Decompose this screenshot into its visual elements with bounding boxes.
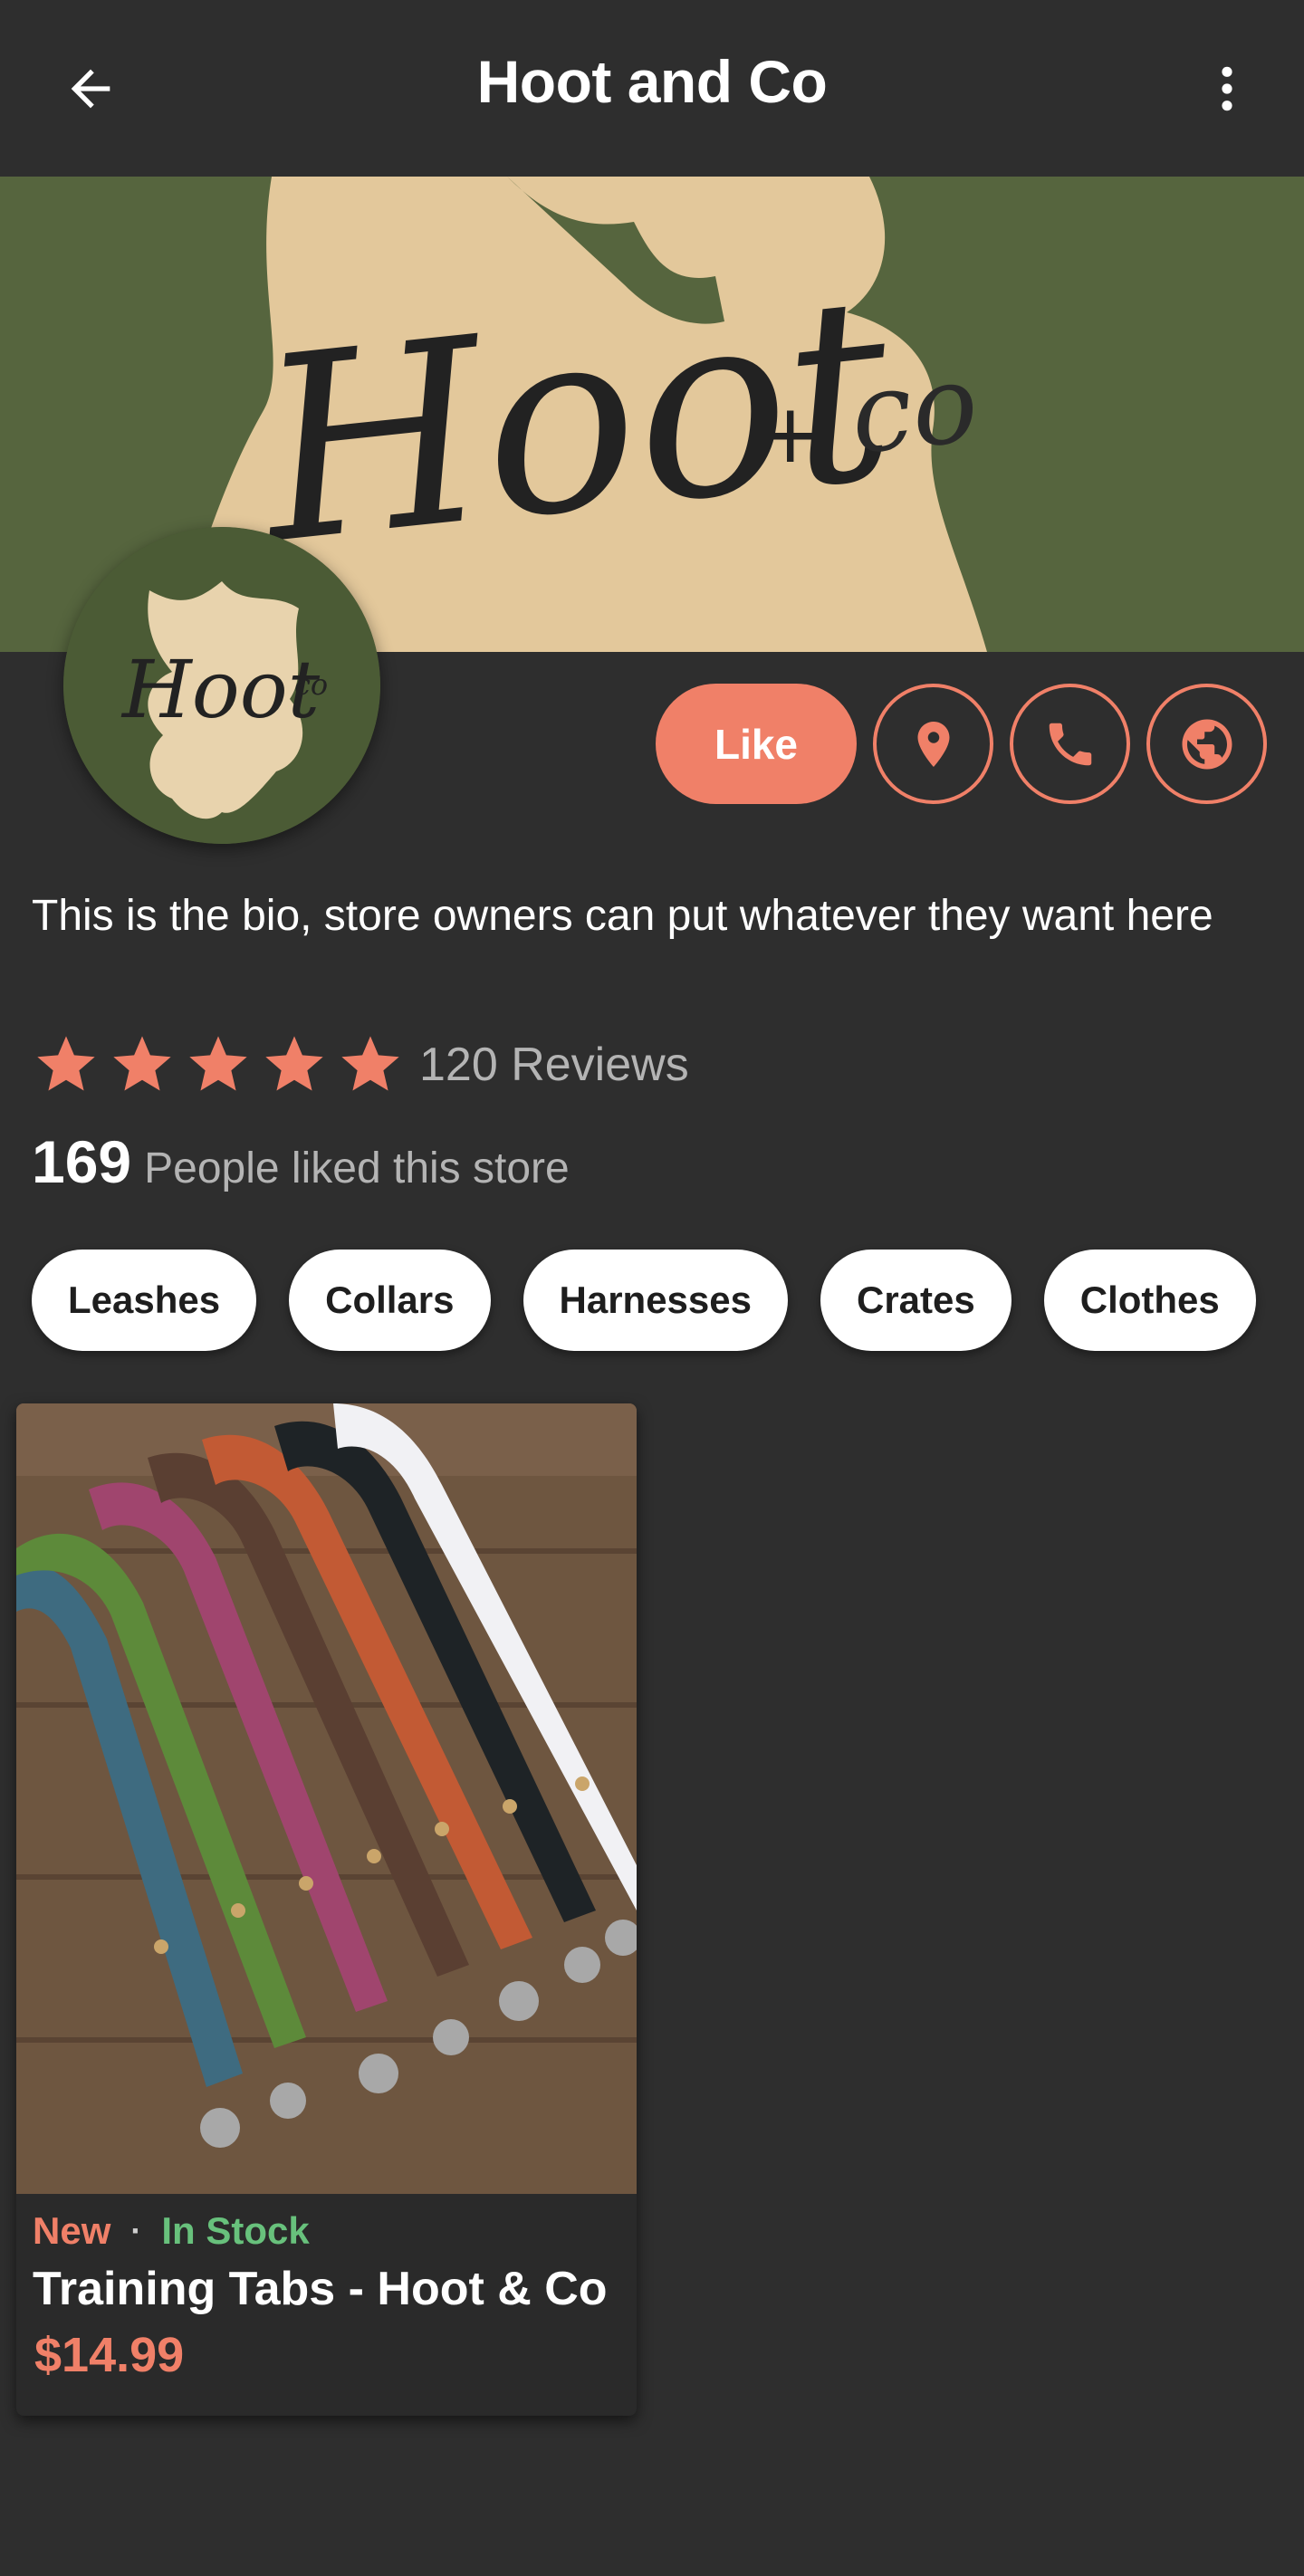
svg-text:+: + bbox=[756, 387, 824, 482]
likes-label: People liked this store bbox=[144, 1144, 570, 1192]
phone-button[interactable] bbox=[1010, 684, 1130, 804]
stock-status: In Stock bbox=[161, 2209, 310, 2252]
top-app-bar: Hoot and Co bbox=[0, 0, 1304, 177]
star-icon bbox=[113, 1035, 171, 1090]
star-icon bbox=[189, 1035, 247, 1090]
store-rating[interactable]: 120 Reviews bbox=[32, 1026, 689, 1103]
category-chip-collars[interactable]: Collars bbox=[289, 1250, 491, 1351]
avatar-logo-suffix: co bbox=[294, 667, 328, 702]
product-status: New · In Stock bbox=[33, 2209, 310, 2253]
star-rating bbox=[32, 1030, 405, 1099]
category-chip-harnesses[interactable]: Harnesses bbox=[523, 1250, 788, 1351]
phone-icon bbox=[1049, 723, 1091, 765]
avatar-logo-text: Hoot bbox=[120, 643, 321, 736]
star-icon bbox=[341, 1035, 399, 1090]
star-icon bbox=[265, 1035, 323, 1090]
product-price: $14.99 bbox=[34, 2328, 185, 2382]
store-actions: Like bbox=[656, 684, 1267, 804]
store-avatar: Hoot co bbox=[63, 527, 380, 844]
map-pin-icon bbox=[917, 721, 949, 767]
category-chip-leashes[interactable]: Leashes bbox=[32, 1250, 257, 1351]
globe-icon bbox=[1182, 719, 1232, 769]
category-chips: Leashes Collars Harnesses Crates Clothes bbox=[32, 1250, 1256, 1351]
product-card[interactable]: New · In Stock Training Tabs - Hoot & Co… bbox=[16, 1403, 637, 2416]
star-icon bbox=[37, 1035, 95, 1090]
store-bio: This is the bio, store owners can put wh… bbox=[32, 892, 1213, 940]
more-options-button[interactable] bbox=[1195, 53, 1259, 125]
page-title: Hoot and Co bbox=[476, 48, 828, 115]
product-image bbox=[16, 1403, 637, 2194]
new-badge: New bbox=[33, 2209, 111, 2252]
likes-count: 169 bbox=[32, 1128, 132, 1195]
location-button[interactable] bbox=[873, 684, 993, 804]
store-likes: 169 People liked this store bbox=[32, 1127, 570, 1196]
reviews-count-link[interactable]: 120 Reviews bbox=[419, 1038, 689, 1092]
more-vertical-icon bbox=[1222, 66, 1232, 111]
banner-logo-suffix: co bbox=[845, 340, 983, 479]
meta-separator: · bbox=[130, 2212, 142, 2249]
product-title: Training Tabs - Hoot & Co bbox=[33, 2263, 608, 2315]
website-button[interactable] bbox=[1146, 684, 1267, 804]
category-chip-clothes[interactable]: Clothes bbox=[1043, 1250, 1256, 1351]
like-button[interactable]: Like bbox=[656, 684, 857, 804]
category-chip-crates[interactable]: Crates bbox=[820, 1250, 1012, 1351]
